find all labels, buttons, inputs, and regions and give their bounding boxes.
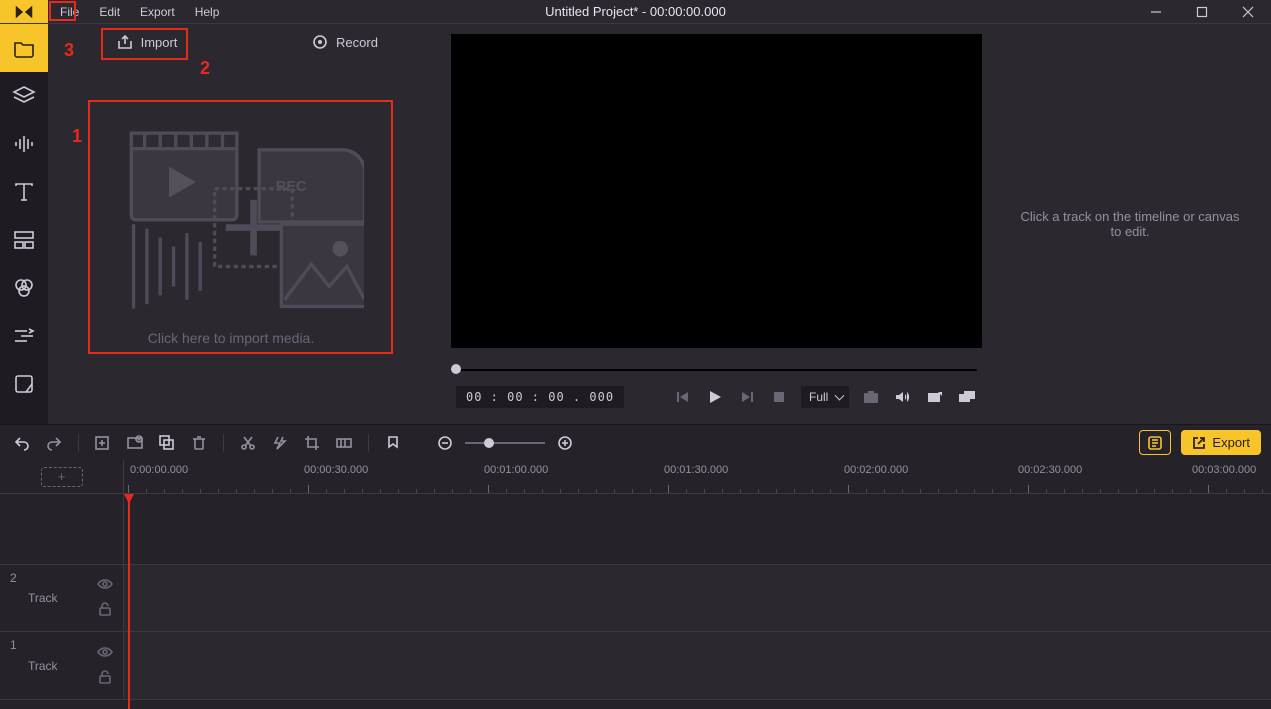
timeline-ruler[interactable]: 0:00:00.000 00:00:30.000 00:01:00.000 00… [124,460,1271,493]
menu-edit[interactable]: Edit [89,1,130,23]
export-label: Export [1212,435,1250,450]
layers-icon[interactable] [0,72,48,120]
preview-canvas[interactable] [451,34,982,348]
track-lane[interactable] [124,565,1271,631]
inspector-panel: Click a track on the timeline or canvas … [989,24,1271,424]
app-logo [0,0,48,23]
dropzone-illustration-icon: REC [98,122,365,322]
media-panel: Import Record RE [48,24,444,424]
media-folder-icon[interactable] [0,24,48,72]
menu-file[interactable]: File [50,1,89,23]
text-icon[interactable] [0,168,48,216]
ruler-label: 00:00:30.000 [304,464,368,476]
ruler-label: 00:02:30.000 [1018,464,1082,476]
prev-frame-button[interactable] [673,387,693,407]
crop-button[interactable] [300,431,324,455]
split-button[interactable] [236,431,260,455]
track-row: 1 Track [0,632,1271,700]
volume-button[interactable] [893,387,913,407]
track-label: Track [28,659,89,673]
menu-export[interactable]: Export [130,1,185,23]
menu-bar: File Edit Export Help [48,0,229,23]
audio-icon[interactable] [0,120,48,168]
add-track-button[interactable]: + [41,467,83,487]
transitions-icon[interactable] [0,312,48,360]
track-lane[interactable] [124,632,1271,699]
delete-button[interactable] [187,431,211,455]
timeline-toolbar: Export [0,424,1271,460]
fullscreen-popout-button[interactable] [925,387,945,407]
playhead-timecode: 00 : 00 : 00 . 000 [456,386,624,408]
ruler-label: 00:01:00.000 [484,464,548,476]
detach-preview-button[interactable] [957,387,977,407]
stop-button[interactable] [769,387,789,407]
window-maximize-button[interactable] [1179,0,1225,24]
track-index: 2 [10,571,20,585]
timeline: + 0:00:00.000 00:00:30.000 00:01:00.000 … [0,460,1271,709]
window-minimize-button[interactable] [1133,0,1179,24]
titlebar: File Edit Export Help Untitled Project* … [0,0,1271,24]
stickers-icon[interactable] [0,360,48,408]
player-controls: 00 : 00 : 00 . 000 Full [444,348,989,424]
preview-panel: 00 : 00 : 00 . 000 Full [444,24,1271,424]
zoom-slider[interactable] [433,431,577,455]
add-media-button[interactable] [91,431,115,455]
undo-button[interactable] [10,431,34,455]
redo-button[interactable] [42,431,66,455]
window-close-button[interactable] [1225,0,1271,24]
record-button[interactable]: Record [246,24,444,60]
ruler-label: 00:02:00.000 [844,464,908,476]
play-button[interactable] [705,387,725,407]
zoom-in-button[interactable] [553,431,577,455]
group-button[interactable] [155,431,179,455]
import-button[interactable]: Import [48,24,246,60]
filters-icon[interactable] [0,264,48,312]
export-button[interactable]: Export [1181,430,1261,455]
ruler-label: 00:03:00.000 [1192,464,1256,476]
menu-help[interactable]: Help [185,1,230,23]
aspect-select[interactable]: Full [801,386,849,408]
timeline-empty-area[interactable] [124,494,1271,564]
track-index: 1 [10,638,20,652]
side-toolstrip [0,24,48,424]
record-label: Record [336,35,378,50]
color-button[interactable] [332,431,356,455]
window-controls [1133,0,1271,24]
snapshot-button[interactable] [861,387,881,407]
speed-button[interactable] [268,431,292,455]
settings-accent-button[interactable] [1139,430,1171,455]
add-clip-button[interactable] [123,431,147,455]
ruler-label: 0:00:00.000 [130,464,188,476]
ruler-label: 00:01:30.000 [664,464,728,476]
visibility-icon[interactable] [97,644,113,663]
inspector-hint: Click a track on the timeline or canvas … [1020,209,1240,239]
track-row: 2 Track [0,564,1271,632]
import-label: Import [141,35,178,50]
templates-icon[interactable] [0,216,48,264]
dropzone-text: Click here to import media. [148,330,315,346]
zoom-out-button[interactable] [433,431,457,455]
lock-icon[interactable] [97,669,113,688]
import-dropzone[interactable]: REC Click here t [78,102,384,354]
seek-bar[interactable] [456,364,977,374]
next-frame-button[interactable] [737,387,757,407]
visibility-icon[interactable] [97,576,113,595]
track-label: Track [28,591,89,605]
lock-icon[interactable] [97,601,113,620]
marker-button[interactable] [381,431,405,455]
